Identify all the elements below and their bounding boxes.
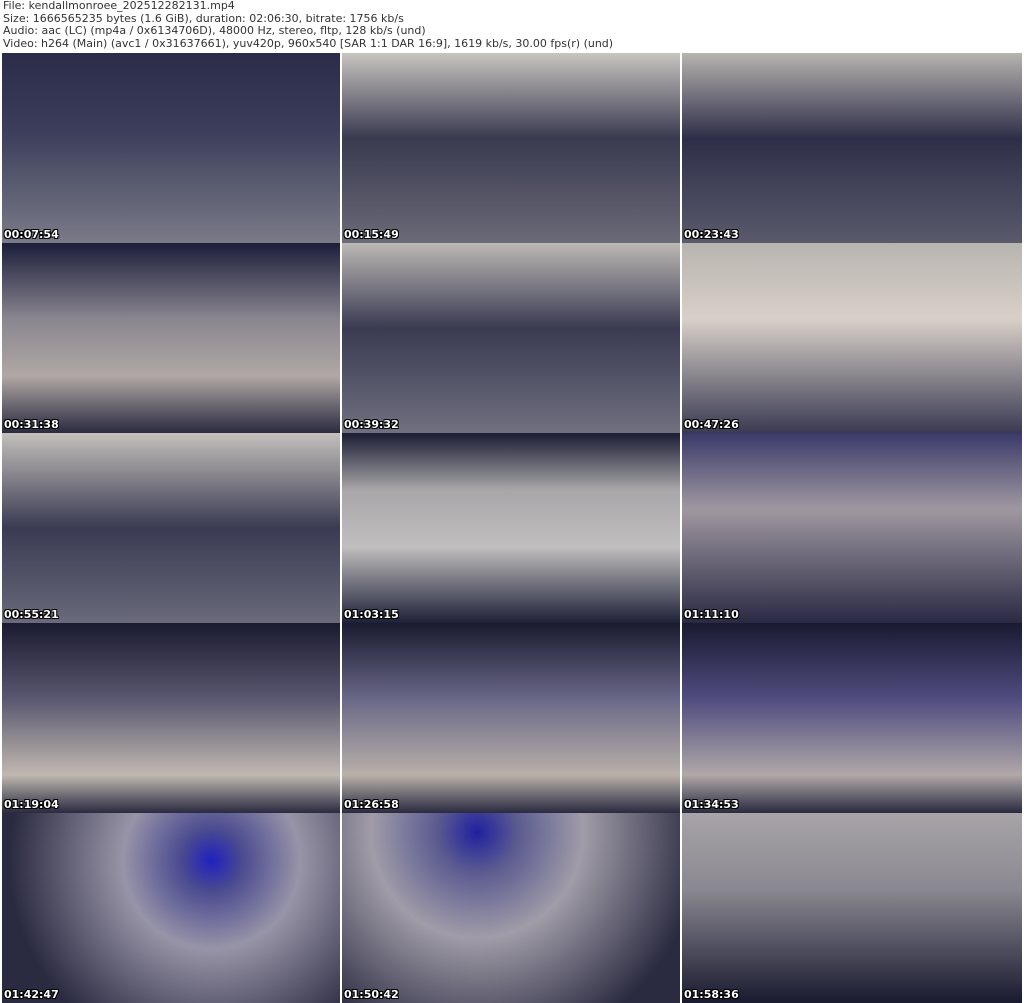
thumbnail-timestamp: 01:26:58 <box>344 798 399 811</box>
thumbnail-timestamp: 01:11:10 <box>684 608 739 621</box>
thumbnail-image <box>682 623 1022 813</box>
thumbnail-timestamp: 00:55:21 <box>4 608 59 621</box>
video-thumbnail: 00:47:26 <box>682 243 1022 433</box>
thumbnail-timestamp: 01:19:04 <box>4 798 59 811</box>
thumbnail-grid: 00:07:54 00:15:49 00:23:43 00:31:38 00:39:32… <box>2 53 1022 1003</box>
thumbnail-timestamp: 00:15:49 <box>344 228 399 241</box>
thumbnail-image <box>682 433 1022 623</box>
file-info-header: File: kendallmonroee_202512282131.mp4 Si… <box>0 0 1024 52</box>
video-thumbnail: 00:15:49 <box>342 53 680 243</box>
video-thumbnail: 00:23:43 <box>682 53 1022 243</box>
video-thumbnail: 01:34:53 <box>682 623 1022 813</box>
thumbnail-timestamp: 01:34:53 <box>684 798 739 811</box>
audio-info: Audio: aac (LC) (mp4a / 0x6134706D), 480… <box>3 24 426 37</box>
thumbnail-timestamp: 01:03:15 <box>344 608 399 621</box>
thumbnail-image <box>342 243 680 433</box>
file-name: File: kendallmonroee_202512282131.mp4 <box>3 0 235 12</box>
thumbnail-image <box>342 623 680 813</box>
video-thumbnail: 01:50:42 <box>342 813 680 1003</box>
thumbnail-image <box>2 813 340 1003</box>
thumbnail-image <box>2 53 340 243</box>
thumbnail-image <box>682 53 1022 243</box>
thumbnail-timestamp: 00:39:32 <box>344 418 399 431</box>
video-info: Video: h264 (Main) (avc1 / 0x31637661), … <box>3 36 614 50</box>
thumbnail-image <box>342 813 680 1003</box>
video-thumbnail: 00:31:38 <box>2 243 340 433</box>
video-thumbnail: 01:11:10 <box>682 433 1022 623</box>
thumbnail-image <box>2 433 340 623</box>
video-thumbnail: 01:03:15 <box>342 433 680 623</box>
video-thumbnail: 00:55:21 <box>2 433 340 623</box>
video-thumbnail: 01:42:47 <box>2 813 340 1003</box>
thumbnail-timestamp: 00:47:26 <box>684 418 739 431</box>
thumbnail-image <box>342 53 680 243</box>
thumbnail-timestamp: 01:50:42 <box>344 988 399 1001</box>
thumbnail-image <box>2 243 340 433</box>
thumbnail-timestamp: 00:31:38 <box>4 418 59 431</box>
thumbnail-timestamp: 01:42:47 <box>4 988 59 1001</box>
video-thumbnail: 01:26:58 <box>342 623 680 813</box>
video-thumbnail: 01:58:36 <box>682 813 1022 1003</box>
thumbnail-timestamp: 00:23:43 <box>684 228 739 241</box>
thumbnail-image <box>2 623 340 813</box>
thumbnail-image <box>342 433 680 623</box>
video-thumbnail: 00:39:32 <box>342 243 680 433</box>
thumbnail-image <box>682 813 1022 1003</box>
thumbnail-timestamp: 00:07:54 <box>4 228 59 241</box>
video-thumbnail: 00:07:54 <box>2 53 340 243</box>
thumbnail-image <box>682 243 1022 433</box>
video-thumbnail: 01:19:04 <box>2 623 340 813</box>
thumbnail-timestamp: 01:58:36 <box>684 988 739 1001</box>
